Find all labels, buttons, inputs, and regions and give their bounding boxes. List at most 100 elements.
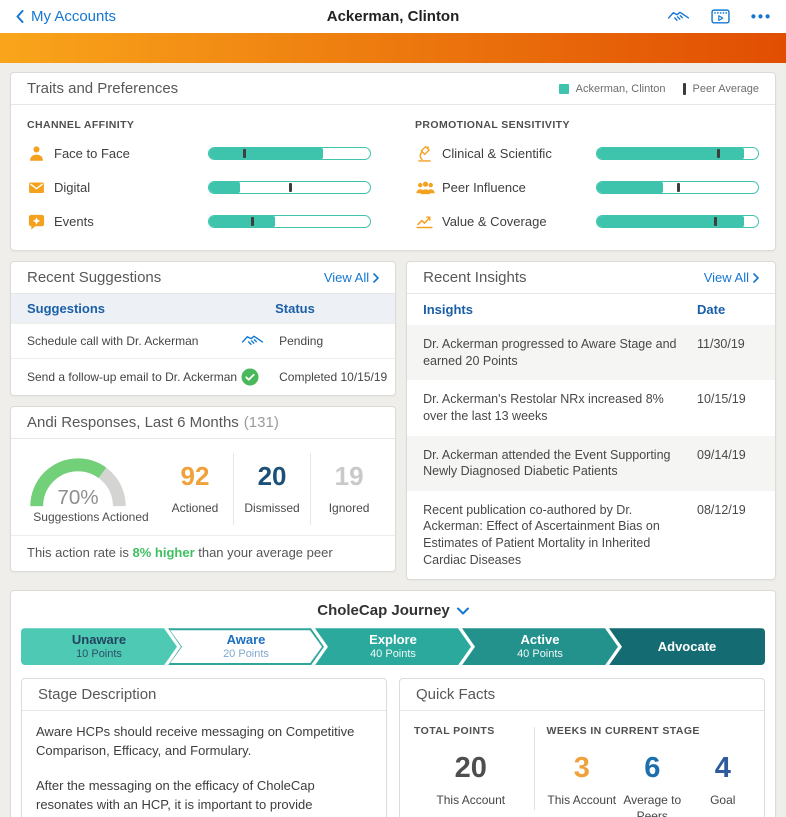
- chevron-down-icon: [457, 607, 469, 615]
- insights-title: Recent Insights: [423, 269, 526, 286]
- status-column-header: Status: [275, 301, 379, 316]
- channel-affinity-heading: CHANNEL AFFINITY: [27, 119, 371, 131]
- trait-bar: [208, 147, 371, 160]
- chat-bubble-icon: [27, 212, 54, 231]
- chevron-right-icon: [373, 273, 379, 283]
- insight-date: 11/30/19: [697, 336, 759, 369]
- stage-description-body: Aware HCPs should receive messaging on C…: [22, 711, 386, 817]
- andi-stats: 92 Actioned 20 Dismissed 19 Ignored: [157, 447, 387, 531]
- stage-description-paragraph: After the messaging on the efficacy of C…: [36, 777, 372, 817]
- suggestions-actioned-gauge: 70% Suggestions Actioned: [25, 454, 157, 525]
- insights-view-all-link[interactable]: View All: [704, 270, 759, 285]
- suggestion-text: Send a follow-up email to Dr. Ackerman: [27, 370, 241, 384]
- insight-text: Recent publication co-authored by Dr. Ac…: [423, 502, 697, 569]
- peer-average-marker: [714, 217, 717, 226]
- handshake-icon: [241, 333, 279, 349]
- journey-stages: Unaware 10 Points Aware 20 Points Explor…: [11, 628, 775, 665]
- channel-affinity-column: CHANNEL AFFINITY Face to Face: [27, 117, 371, 244]
- traits-body: CHANNEL AFFINITY Face to Face: [11, 105, 775, 250]
- peer-legend-marker: [683, 83, 686, 95]
- handshake-icon[interactable]: [667, 9, 690, 25]
- promotional-sensitivity-column: PROMOTIONAL SENSITIVITY Clinical & Scien…: [415, 117, 759, 244]
- trait-bar-fill: [597, 182, 663, 193]
- account-legend-label: Ackerman, Clinton: [576, 83, 666, 95]
- more-icon[interactable]: [751, 14, 770, 19]
- suggestion-row[interactable]: Send a follow-up email to Dr. Ackerman C…: [11, 358, 395, 395]
- brand-banner: [0, 33, 786, 63]
- stat-value: 3: [547, 752, 618, 785]
- suggestion-text: Schedule call with Dr. Ackerman: [27, 334, 241, 348]
- presentation-icon[interactable]: [711, 9, 730, 24]
- suggestion-row[interactable]: Schedule call with Dr. Ackerman Pending: [11, 323, 395, 358]
- insight-row[interactable]: Dr. Ackerman progressed to Aware Stage a…: [407, 325, 775, 380]
- person-icon: [27, 144, 54, 163]
- top-bar: My Accounts Ackerman, Clinton: [0, 0, 786, 33]
- andi-body: 70% Suggestions Actioned 92 Actioned 20: [11, 439, 395, 535]
- trait-label: Digital: [54, 180, 208, 195]
- suggestions-view-all-link[interactable]: View All: [324, 270, 379, 285]
- total-points-value: 20: [414, 752, 528, 785]
- quick-facts-header: Quick Facts: [400, 679, 764, 711]
- trait-row-events: Events: [27, 210, 371, 232]
- total-points-section: TOTAL POINTS 20 This Account: [414, 725, 528, 817]
- quick-facts-card: Quick Facts TOTAL POINTS 20 This Account…: [399, 678, 765, 817]
- chevron-left-icon: [16, 10, 24, 23]
- stat-ignored: 19 Ignored: [310, 453, 387, 525]
- insights-rows: Dr. Ackerman progressed to Aware Stage a…: [407, 325, 775, 579]
- andi-card-header: Andi Responses, Last 6 Months (131): [11, 407, 395, 439]
- stat-label: Goal: [688, 793, 759, 809]
- account-legend-swatch: [559, 84, 569, 94]
- stage-description-card: Stage Description Aware HCPs should rece…: [21, 678, 387, 817]
- gauge-value: 70%: [57, 486, 98, 509]
- insights-card-header: Recent Insights View All: [407, 262, 775, 294]
- suggestion-status: Pending: [279, 334, 383, 348]
- stat-label: Ignored: [313, 501, 385, 515]
- trait-bar-fill: [209, 148, 323, 159]
- stat-dismissed: 20 Dismissed: [233, 453, 310, 525]
- action-rate-highlight: 8% higher: [133, 545, 195, 560]
- trait-bar-fill: [597, 216, 744, 227]
- suggestions-card-header: Recent Suggestions View All: [11, 262, 395, 294]
- microscope-icon: [415, 144, 442, 163]
- check-circle-icon: [241, 368, 279, 386]
- weeks-in-stage-heading: WEEKS IN CURRENT STAGE: [547, 725, 758, 737]
- weeks-goal: 4 Goal: [688, 752, 759, 817]
- stat-label: Dismissed: [236, 501, 308, 515]
- insight-row[interactable]: Dr. Ackerman attended the Event Supporti…: [407, 436, 775, 491]
- account-page: My Accounts Ackerman, Clinton: [0, 0, 786, 817]
- insight-text: Dr. Ackerman progressed to Aware Stage a…: [423, 336, 697, 369]
- weeks-this-account: 3 This Account: [547, 752, 618, 817]
- peer-average-marker: [717, 149, 720, 158]
- andi-responses-card: Andi Responses, Last 6 Months (131) 70% …: [10, 406, 396, 572]
- quick-facts-title: Quick Facts: [416, 686, 495, 703]
- recent-suggestions-card: Recent Suggestions View All Suggestions …: [10, 261, 396, 396]
- journey-stage-advocate[interactable]: Advocate: [609, 628, 765, 665]
- suggestions-table-header: Suggestions Status: [11, 294, 395, 323]
- insight-row[interactable]: Recent publication co-authored by Dr. Ac…: [407, 491, 775, 580]
- people-icon: [415, 179, 442, 196]
- trait-row-clinical-scientific: Clinical & Scientific: [415, 142, 759, 164]
- cholecap-journey-card: CholeCap Journey Unaware 10 Points Aware…: [10, 590, 776, 817]
- back-label: My Accounts: [31, 8, 116, 25]
- stat-actioned: 92 Actioned: [157, 453, 233, 525]
- stat-value: 6: [617, 752, 688, 785]
- trait-bar-fill: [209, 182, 240, 193]
- journey-stage-explore[interactable]: Explore 40 Points: [315, 628, 471, 665]
- journey-title-toggle[interactable]: CholeCap Journey: [11, 591, 775, 628]
- total-points-heading: TOTAL POINTS: [414, 725, 528, 737]
- traits-title: Traits and Preferences: [27, 80, 178, 97]
- journey-stage-active[interactable]: Active 40 Points: [462, 628, 618, 665]
- trait-bar: [596, 147, 759, 160]
- stat-value: 92: [159, 461, 231, 492]
- insight-row[interactable]: Dr. Ackerman's Restolar NRx increased 8%…: [407, 380, 775, 435]
- journey-stage-aware-current[interactable]: Aware 20 Points: [168, 628, 324, 665]
- stat-label: Average to Peers: [617, 793, 688, 817]
- suggestion-status: Completed 10/15/19: [279, 370, 383, 384]
- journey-stage-unaware[interactable]: Unaware 10 Points: [21, 628, 177, 665]
- peer-legend-label: Peer Average: [693, 83, 759, 95]
- insight-date: 08/12/19: [697, 502, 759, 569]
- header-actions: [667, 9, 770, 25]
- chart-icon: [415, 212, 442, 230]
- back-to-accounts-link[interactable]: My Accounts: [16, 8, 116, 25]
- stat-label: This Account: [547, 793, 618, 809]
